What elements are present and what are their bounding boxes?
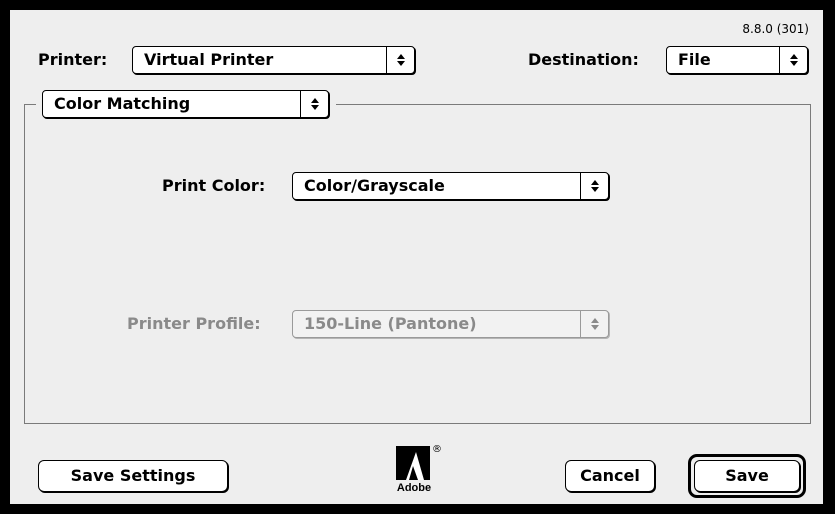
version-label: 8.8.0 (301): [742, 22, 809, 36]
printer-label: Printer:: [38, 50, 108, 69]
destination-label: Destination:: [528, 50, 639, 69]
printer-popup[interactable]: Virtual Printer: [132, 46, 415, 74]
print-color-label: Print Color:: [162, 176, 266, 195]
save-settings-button[interactable]: Save Settings: [38, 460, 228, 492]
print-color-value: Color/Grayscale: [304, 176, 445, 195]
registered-mark: ®: [432, 444, 442, 455]
printer-profile-label: Printer Profile:: [127, 314, 261, 333]
panel-menu-value: Color Matching: [54, 94, 191, 113]
popup-arrows-icon: [300, 91, 328, 117]
adobe-logo-icon: [396, 446, 430, 480]
settings-group-box: [24, 104, 811, 424]
popup-arrows-icon: [580, 173, 608, 199]
destination-popup[interactable]: File: [666, 46, 808, 74]
popup-arrows-icon: [580, 311, 608, 337]
cancel-button[interactable]: Cancel: [565, 460, 655, 492]
popup-arrows-icon: [386, 47, 414, 73]
panel-menu-popup[interactable]: Color Matching: [42, 90, 329, 118]
print-dialog: 8.8.0 (301) Printer: Virtual Printer Des…: [8, 8, 825, 506]
print-color-popup[interactable]: Color/Grayscale: [292, 172, 609, 200]
printer-popup-value: Virtual Printer: [144, 50, 274, 69]
adobe-logo-text: Adobe: [396, 482, 432, 494]
save-button[interactable]: Save: [694, 460, 800, 492]
popup-arrows-icon: [779, 47, 807, 73]
destination-popup-value: File: [678, 50, 711, 69]
printer-profile-value: 150-Line (Pantone): [304, 314, 477, 333]
printer-profile-popup: 150-Line (Pantone): [292, 310, 609, 338]
adobe-logo: ® Adobe: [394, 444, 444, 498]
